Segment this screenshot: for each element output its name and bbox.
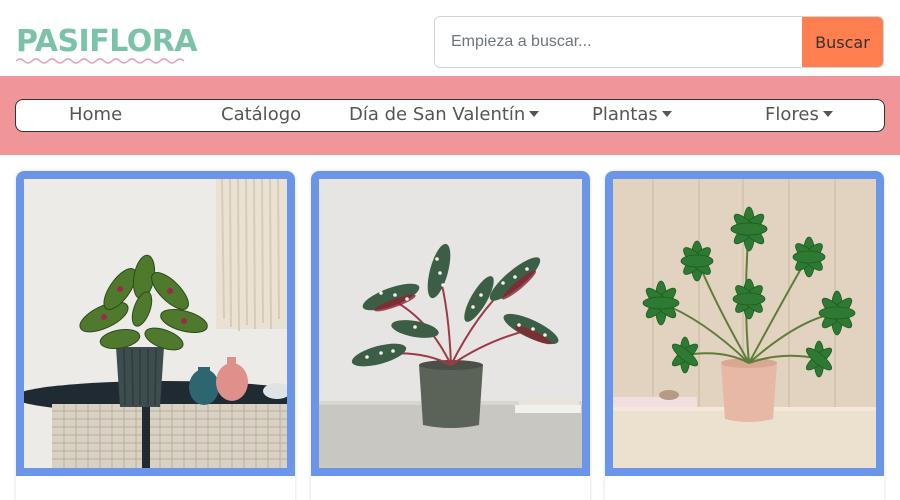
brand-logo[interactable]: PASIFLORA [16, 24, 198, 60]
prayer-plant-image[interactable] [24, 179, 287, 468]
caret-down-icon [529, 111, 540, 117]
site-header: PASIFLORA Buscar [0, 0, 900, 76]
product-card[interactable] [605, 171, 884, 500]
nav-item-label: Plantas [592, 104, 658, 125]
product-image-frame [311, 171, 590, 476]
search-input[interactable] [435, 17, 802, 67]
product-image-frame [16, 171, 295, 476]
logo-wave-underline [16, 58, 184, 64]
fatsia-japonica-image[interactable] [613, 179, 876, 468]
nav-band: Home Catálogo Día de San Valentín Planta… [0, 76, 900, 155]
nav-item-plantas[interactable]: Plantas [592, 100, 672, 130]
begonia-maculata-image[interactable] [319, 179, 582, 468]
product-card[interactable] [16, 171, 295, 500]
nav-item-san-valentin[interactable]: Día de San Valentín [349, 100, 540, 130]
nav-item-label: Día de San Valentín [349, 104, 526, 125]
search-button[interactable]: Buscar [802, 17, 883, 67]
nav-item-label: Catálogo [221, 104, 302, 125]
caret-down-icon [661, 111, 672, 117]
main-nav: Home Catálogo Día de San Valentín Planta… [15, 99, 885, 132]
product-image-frame [605, 171, 884, 476]
nav-item-label: Home [69, 104, 123, 125]
nav-item-catalogo[interactable]: Catálogo [221, 100, 301, 130]
product-card[interactable] [311, 171, 590, 500]
nav-item-flores[interactable]: Flores [765, 100, 833, 130]
nav-item-home[interactable]: Home [69, 100, 122, 130]
search-bar: Buscar [434, 16, 884, 68]
caret-down-icon [822, 111, 833, 117]
nav-item-label: Flores [765, 104, 819, 125]
